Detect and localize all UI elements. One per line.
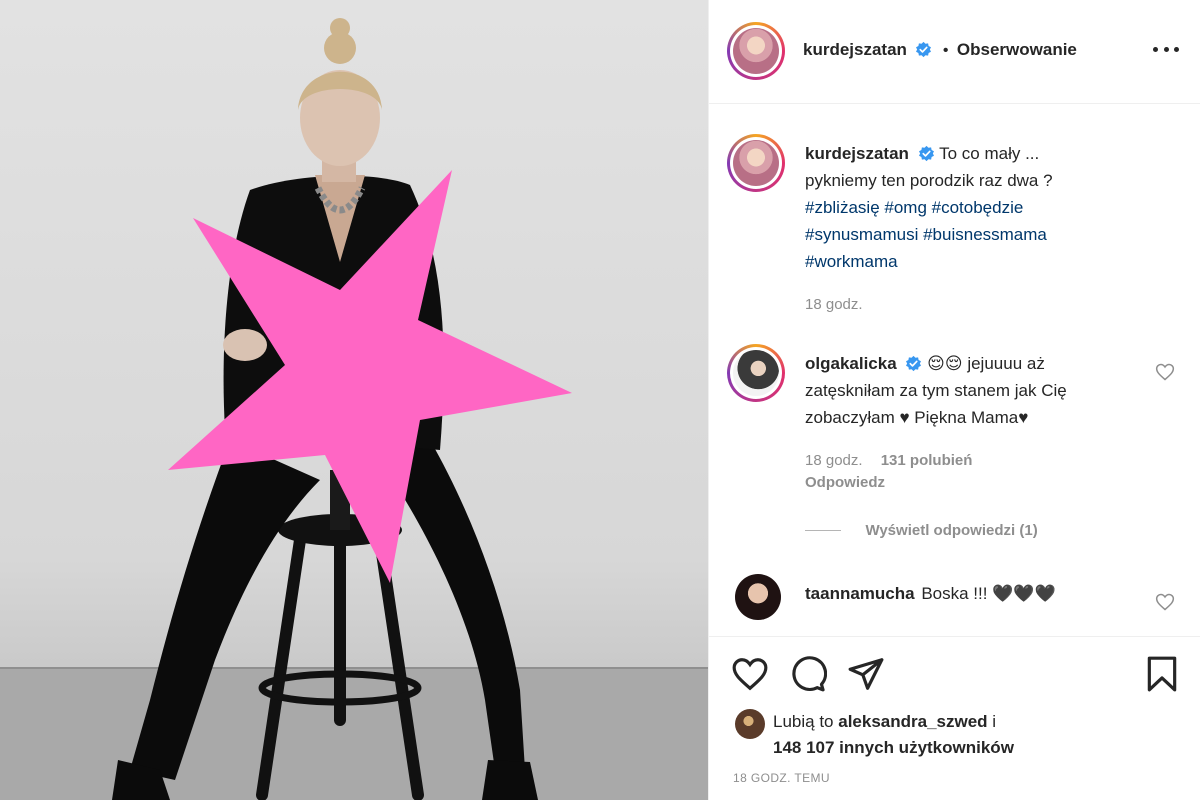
comment-text: taannamucha Boska !!! 🖤🖤🖤 [805,580,1056,607]
view-replies-button[interactable]: Wyświetl odpowiedzi (1) [805,522,1038,540]
comment-line: zobaczyłam ♥ Piękna Mama♥ [805,408,1029,427]
hashtag-link[interactable]: #synusmamusi #buisnessmama [805,221,1053,248]
post-photo[interactable] [0,0,708,800]
liker-avatar[interactable] [735,709,765,739]
heart-icon[interactable] [731,655,769,693]
author-avatar[interactable] [727,22,785,80]
caption-text: kurdejszatan To co mały ... pykniemy ten… [805,140,1053,275]
commenter-avatar[interactable] [727,344,785,402]
post-actions: Lubią to aleksandra_szwed i 148 107 inny… [709,636,1200,800]
reply-label[interactable]: Odpowiedz [805,474,885,491]
comment-username[interactable]: taannamucha [805,584,915,603]
comment-username[interactable]: olgakalicka [805,354,897,373]
author-username[interactable]: kurdejszatan [803,40,907,59]
liker-username[interactable]: aleksandra_szwed [838,712,987,731]
replies-divider [805,530,841,532]
likes-prefix: Lubią to [773,712,834,731]
follow-button[interactable]: Obserwowanie [957,40,1077,59]
caption-username[interactable]: kurdejszatan [805,144,909,163]
post-sidebar: kurdejszatan • Obserwowanie kurdejszatan [708,0,1200,800]
caption-timestamp[interactable]: 18 godz. [805,296,863,313]
verified-icon [906,355,922,372]
likes-conj: i [992,712,997,731]
post-header: kurdejszatan • Obserwowanie [709,0,1200,104]
comment-timestamp[interactable]: 18 godz. [805,452,863,469]
verified-icon [918,145,934,162]
hashtag-link[interactable]: #workmama [805,248,1053,275]
bookmark-icon[interactable] [1143,655,1181,693]
view-replies-label[interactable]: Wyświetl odpowiedzi (1) [865,522,1037,539]
separator-dot: • [942,42,949,59]
caption-line: pykniemy ten porodzik raz dwa ? [805,171,1053,190]
comment-meta: 18 godz. 131 polubień [805,452,972,469]
comment-emoji: 😌😌 [927,354,963,373]
like-comment-heart-icon[interactable] [1155,592,1175,612]
comment-icon[interactable] [789,655,827,693]
commenter-avatar[interactable] [735,574,781,620]
author-line: kurdejszatan • Obserwowanie [803,40,1077,60]
likes-summary: Lubią to aleksandra_szwed i 148 107 inny… [773,709,1014,761]
comment-line: jejuuuu aż [967,354,1045,373]
likes-count[interactable]: 148 107 innych użytkowników [773,738,1014,757]
comment-line: Boska !!! 🖤🖤🖤 [921,584,1056,603]
comment-likes-count[interactable]: 131 polubień [881,452,973,469]
reply-button[interactable]: Odpowiedz [805,474,885,491]
post-time-ago[interactable]: 18 GODZ. TEMU [733,771,830,785]
hashtag-link[interactable]: #zbliżasię #omg #cotobędzie [805,194,1053,221]
photo-illustration [0,18,708,800]
comments-list[interactable]: kurdejszatan To co mały ... pykniemy ten… [709,104,1200,636]
like-comment-heart-icon[interactable] [1155,362,1175,382]
verified-icon [916,41,932,58]
caption-author-avatar[interactable] [727,134,785,192]
share-icon[interactable] [847,655,885,693]
caption-line: To co mały ... [939,144,1040,163]
comment-line: zatęskniłam za tym stanem jak Cię [805,381,1067,400]
comment-text: olgakalicka 😌😌 jejuuuu aż zatęskniłam za… [805,350,1067,431]
more-options-icon[interactable] [1153,42,1179,56]
